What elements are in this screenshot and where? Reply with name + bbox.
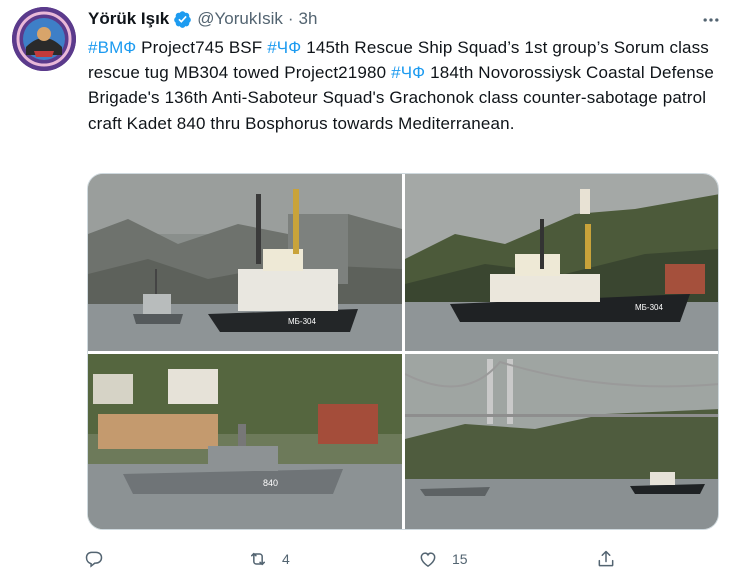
hashtag-link[interactable]: #ЧФ xyxy=(267,38,301,57)
tweet-header: Yörük Işık @YorukIsik · 3h xyxy=(88,8,317,30)
hashtag-link[interactable]: #ЧФ xyxy=(391,63,425,82)
tweet-timestamp[interactable]: 3h xyxy=(299,9,318,29)
share-button[interactable] xyxy=(596,546,616,572)
more-options-button[interactable] xyxy=(698,8,724,32)
heart-icon xyxy=(420,552,436,567)
hashtag-link[interactable]: #ВМФ xyxy=(88,38,136,57)
tweet-action-bar: 4 15 xyxy=(84,546,644,572)
more-icon xyxy=(703,18,719,22)
photo-tug-and-patrol-craft[interactable]: МБ-304 xyxy=(88,174,402,351)
share-icon xyxy=(598,550,614,567)
reply-icon xyxy=(85,551,103,568)
retweet-button[interactable]: 4 xyxy=(248,546,290,572)
photo-tug-towing[interactable]: МБ-304 xyxy=(405,174,718,351)
tweet-text-segment: Project745 BSF xyxy=(136,38,268,57)
hull-label: МБ-304 xyxy=(288,317,316,326)
retweet-icon xyxy=(251,552,265,566)
display-name[interactable]: Yörük Işık xyxy=(88,9,169,29)
hull-label: 840 xyxy=(263,478,278,488)
user-handle[interactable]: @YorukIsik xyxy=(197,9,283,29)
separator-dot: · xyxy=(287,9,294,28)
like-count: 15 xyxy=(452,551,468,567)
photo-bosphorus-bridge[interactable] xyxy=(405,354,718,529)
tweet-text: #ВМФ Project745 BSF #ЧФ 145th Rescue Shi… xyxy=(88,35,728,136)
photo-kadet-840[interactable]: 840 xyxy=(88,354,402,529)
retweet-count: 4 xyxy=(282,551,290,567)
hull-label: МБ-304 xyxy=(635,303,663,312)
verified-badge-icon xyxy=(174,10,192,28)
reply-button[interactable] xyxy=(84,546,118,572)
like-button[interactable]: 15 xyxy=(418,546,468,572)
media-grid: МБ-304 МБ-304 840 xyxy=(87,173,719,530)
avatar[interactable] xyxy=(12,7,76,71)
